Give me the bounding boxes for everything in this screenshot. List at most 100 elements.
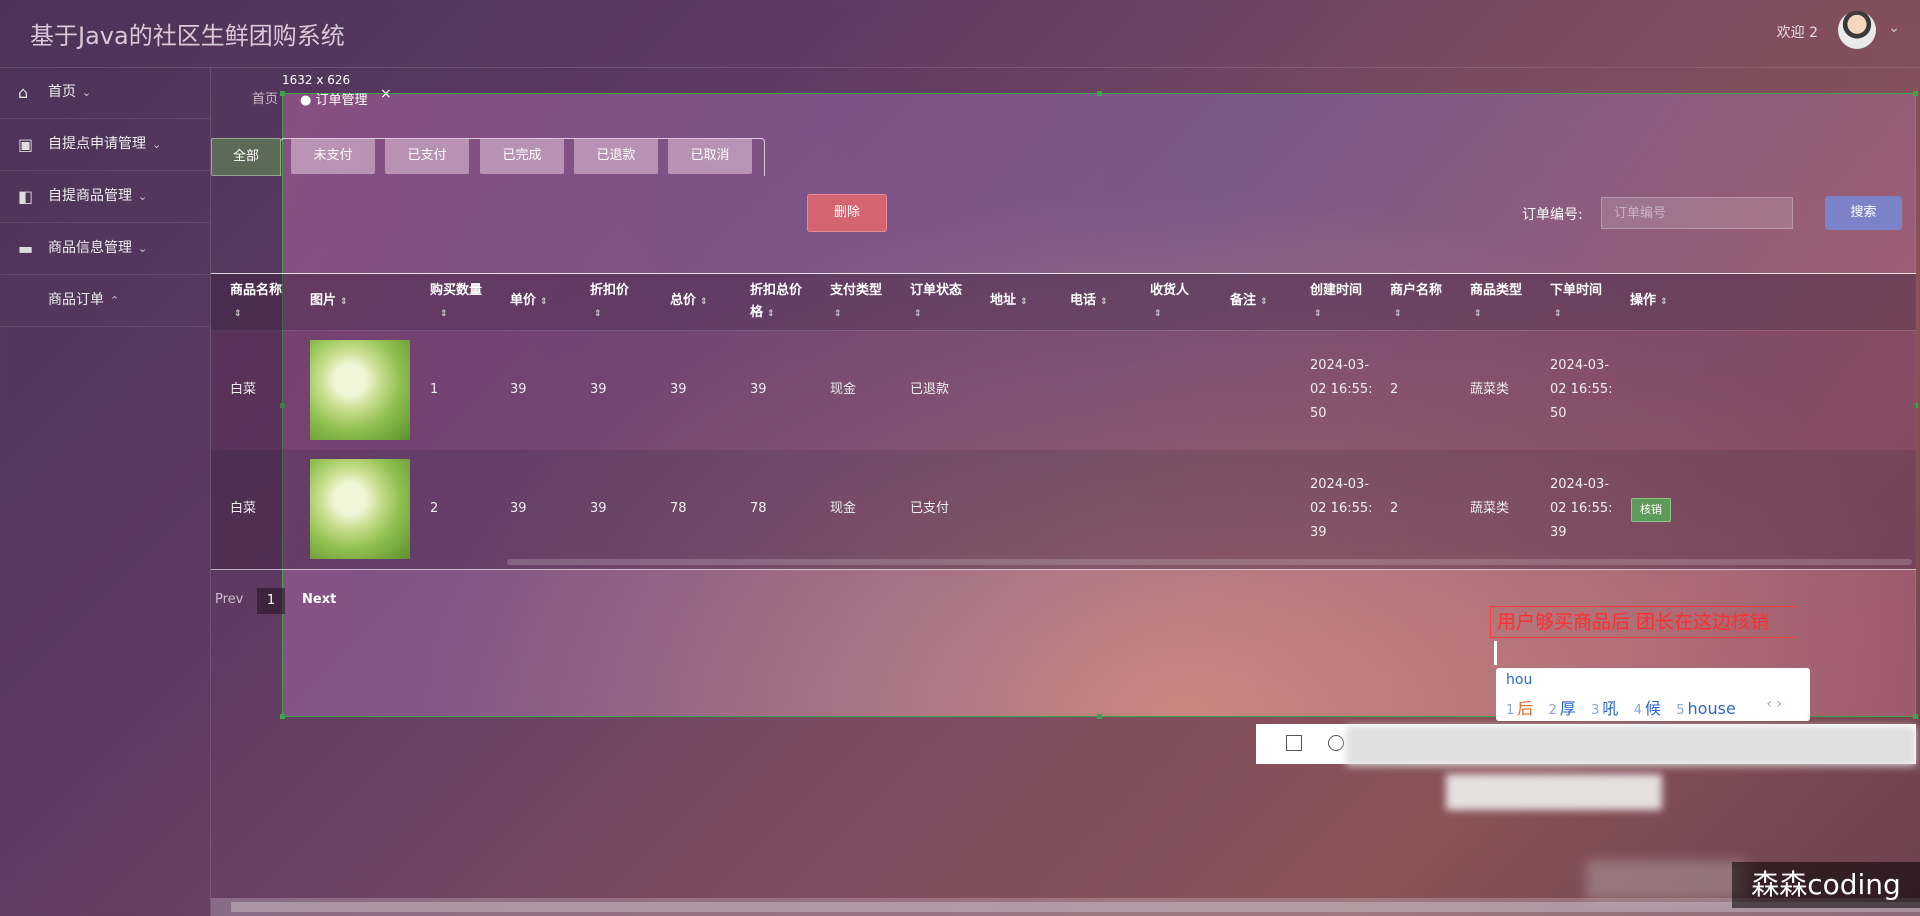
column-header-image[interactable]: 图片 ⇕ bbox=[310, 290, 348, 313]
sort-icon[interactable]: ⇕ bbox=[594, 309, 602, 319]
page-horizontal-scrollbar[interactable] bbox=[211, 898, 1920, 916]
ime-candidate[interactable]: 厚 bbox=[1560, 699, 1576, 718]
sort-icon[interactable]: ⇕ bbox=[1394, 309, 1402, 319]
date-part: 2024-03- bbox=[1310, 477, 1370, 492]
avatar[interactable] bbox=[1838, 11, 1876, 49]
order-number-input[interactable] bbox=[1601, 197, 1793, 229]
date-part: 02 16:55: bbox=[1310, 382, 1373, 397]
welcome-text: 欢迎 2 bbox=[1776, 25, 1818, 41]
cell-status: 已支付 bbox=[910, 501, 950, 516]
cell-type: 蔬菜类 bbox=[1470, 382, 1510, 397]
chevron-up-icon: ⌃ bbox=[110, 294, 120, 307]
sort-icon[interactable]: ⇕ bbox=[1660, 297, 1668, 307]
column-header-discount[interactable]: 折扣价 ⇕ bbox=[590, 280, 629, 325]
column-header-price[interactable]: 单价 ⇕ bbox=[510, 290, 548, 313]
column-header-pay-type[interactable]: 支付类型 ⇕ bbox=[830, 280, 882, 325]
delete-button[interactable]: 删除 bbox=[807, 194, 887, 232]
column-header-created[interactable]: 创建时间 ⇕ bbox=[1310, 280, 1362, 325]
rectangle-tool-icon[interactable] bbox=[1286, 735, 1302, 751]
column-header-ordered[interactable]: 下单时间 ⇕ bbox=[1550, 280, 1602, 325]
filter-tab-refunded[interactable]: 已退款 bbox=[574, 138, 658, 174]
cell-discount: 39 bbox=[590, 382, 607, 397]
sidebar-item-orders[interactable]: 商品订单 ⌃ bbox=[0, 275, 210, 327]
sort-icon[interactable]: ⇕ bbox=[1260, 297, 1268, 307]
table-scrollbar[interactable] bbox=[507, 559, 1912, 565]
column-header-name[interactable]: 商品名称 ⇕ bbox=[230, 280, 290, 325]
text-cursor bbox=[1494, 641, 1497, 665]
sidebar-item-goods-info[interactable]: ▬ 商品信息管理 ⌄ bbox=[0, 223, 210, 275]
resize-handle[interactable] bbox=[1097, 91, 1102, 96]
page-number-button[interactable]: 1 bbox=[257, 588, 285, 614]
sort-icon[interactable]: ⇕ bbox=[767, 309, 775, 319]
filter-tab-unpaid[interactable]: 未支付 bbox=[291, 138, 375, 174]
sidebar-item-home[interactable]: ⌂ 首页 ⌄ bbox=[0, 67, 210, 119]
card-icon: ▬ bbox=[18, 239, 34, 258]
header-label: 单价 bbox=[510, 293, 537, 308]
chevron-down-icon: ⌄ bbox=[138, 242, 148, 255]
next-page-button[interactable]: Next bbox=[302, 592, 336, 607]
cell-price: 39 bbox=[510, 501, 527, 516]
filter-tab-cancelled[interactable]: 已取消 bbox=[668, 138, 752, 174]
column-header-merchant[interactable]: 商户名称 ⇕ bbox=[1390, 280, 1442, 325]
sort-icon[interactable]: ⇕ bbox=[234, 309, 242, 319]
sort-icon[interactable]: ⇕ bbox=[440, 309, 448, 319]
resize-handle[interactable] bbox=[1913, 91, 1918, 96]
ime-candidate[interactable]: 后 bbox=[1517, 699, 1533, 718]
scrollbar-thumb[interactable] bbox=[231, 902, 1920, 912]
chevron-down-icon[interactable]: ⌄ bbox=[1888, 20, 1900, 36]
column-header-address[interactable]: 地址 ⇕ bbox=[990, 290, 1028, 313]
top-bar: 基于Java的社区生鲜团购系统 欢迎 2 ⌄ bbox=[0, 0, 1920, 68]
ime-candidate[interactable]: house bbox=[1688, 699, 1736, 718]
blurred-region bbox=[1586, 860, 1746, 900]
column-header-status[interactable]: 订单状态 ⇕ bbox=[910, 280, 962, 325]
close-icon[interactable]: × bbox=[380, 86, 392, 102]
ellipse-tool-icon[interactable] bbox=[1328, 735, 1344, 751]
sort-icon[interactable]: ⇕ bbox=[914, 309, 922, 319]
table-row[interactable]: 白菜 1 39 39 39 39 现金 已退款 2024-03- 02 16:55… bbox=[211, 331, 1916, 450]
breadcrumb[interactable]: 首页 bbox=[252, 88, 278, 107]
sort-icon[interactable]: ⇕ bbox=[1020, 297, 1028, 307]
resize-handle[interactable] bbox=[280, 714, 285, 719]
sort-icon[interactable]: ⇕ bbox=[1474, 309, 1482, 319]
date-part: 2024-03- bbox=[1550, 358, 1610, 373]
ime-page-arrows[interactable]: ‹ › bbox=[1766, 696, 1782, 712]
sort-icon[interactable]: ⇕ bbox=[1154, 309, 1162, 319]
column-header-type[interactable]: 商品类型 ⇕ bbox=[1470, 280, 1522, 325]
date-part: 50 bbox=[1310, 406, 1327, 421]
column-header-op[interactable]: 操作 ⇕ bbox=[1630, 290, 1668, 313]
resize-handle[interactable] bbox=[1913, 714, 1918, 719]
sort-icon[interactable]: ⇕ bbox=[540, 297, 548, 307]
sort-icon[interactable]: ⇕ bbox=[700, 297, 708, 307]
sort-icon[interactable]: ⇕ bbox=[834, 309, 842, 319]
annotation-text[interactable]: 用户够买商品后 团长在这边核销 bbox=[1490, 606, 1798, 638]
sort-icon[interactable]: ⇕ bbox=[1100, 297, 1108, 307]
column-header-receiver[interactable]: 收货人 ⇕ bbox=[1150, 280, 1189, 325]
resize-handle[interactable] bbox=[1097, 714, 1102, 719]
sort-icon[interactable]: ⇕ bbox=[1554, 309, 1562, 319]
filter-tab-completed[interactable]: 已完成 bbox=[480, 138, 564, 174]
resize-handle[interactable] bbox=[280, 91, 285, 96]
sort-icon[interactable]: ⇕ bbox=[1314, 309, 1322, 319]
sidebar-item-label: 自提点申请管理 bbox=[48, 136, 146, 152]
ime-candidate[interactable]: 候 bbox=[1645, 699, 1661, 718]
cell-ordered: 2024-03- 02 16:55: 39 bbox=[1550, 473, 1613, 545]
cell-merchant: 2 bbox=[1390, 382, 1399, 397]
column-header-phone[interactable]: 电话 ⇕ bbox=[1070, 290, 1108, 313]
ime-candidate-window[interactable]: hou 1后 2厚 3吼 4候 5 house ‹ › bbox=[1496, 668, 1810, 721]
verify-button[interactable]: 核销 bbox=[1631, 498, 1671, 522]
search-button[interactable]: 搜索 bbox=[1825, 196, 1902, 230]
sidebar-item-pickup-goods[interactable]: ◧ 自提商品管理 ⌄ bbox=[0, 171, 210, 223]
filter-tab-all[interactable]: 全部 bbox=[211, 138, 281, 176]
column-header-discount-total[interactable]: 折扣总价格 ⇕ bbox=[750, 280, 814, 325]
column-header-qty[interactable]: 购买数量 ⇕ bbox=[430, 280, 482, 325]
header-label: 下单时间 bbox=[1550, 283, 1603, 298]
filter-tab-paid[interactable]: 已支付 bbox=[385, 138, 469, 174]
table-row[interactable]: 白菜 2 39 39 78 78 现金 已支付 2024-03- 02 16:55… bbox=[211, 450, 1916, 569]
column-header-remark[interactable]: 备注 ⇕ bbox=[1230, 290, 1268, 313]
sidebar-item-pickup-apply[interactable]: ▣ 自提点申请管理 ⌄ bbox=[0, 119, 210, 171]
ime-candidate[interactable]: 吼 bbox=[1602, 699, 1618, 718]
prev-page-button[interactable]: Prev bbox=[215, 592, 243, 607]
sort-icon[interactable]: ⇕ bbox=[340, 297, 348, 307]
tab-orders[interactable]: ● 订单管理 bbox=[300, 89, 368, 108]
column-header-total[interactable]: 总价 ⇕ bbox=[670, 290, 708, 313]
